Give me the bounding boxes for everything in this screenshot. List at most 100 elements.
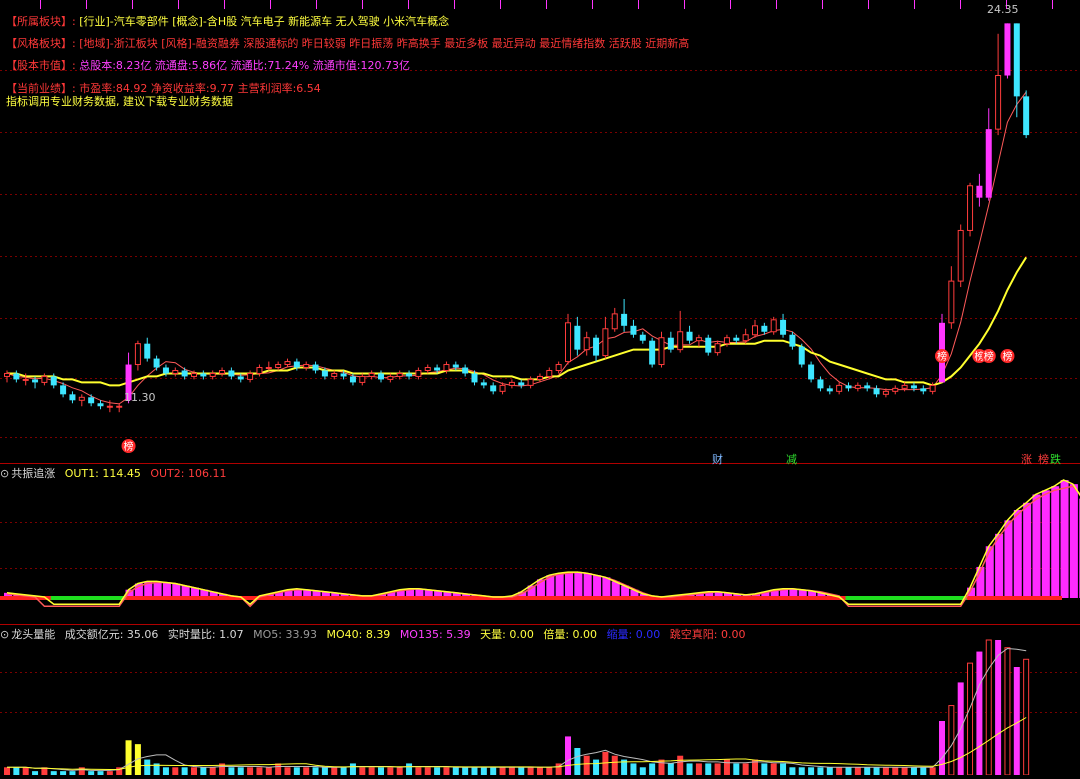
volume-bar [312,767,319,775]
candle-body [228,370,235,377]
volume-bar [639,767,646,775]
candle-body [424,367,431,371]
ma5-line [6,91,1027,405]
volume-bar [976,651,983,775]
candle-body [209,372,216,377]
candle-body [630,325,637,335]
out1-bar [593,575,602,598]
event-bang-marker[interactable]: 榜 [1038,451,1049,467]
volume-bar [359,767,366,775]
candle-body [340,373,347,377]
volume-bar [658,759,665,775]
volume-bar [929,767,936,775]
volume-bar [1013,667,1020,775]
volume-bar [882,767,889,775]
volume-bar [574,748,581,775]
candle-body [69,394,76,401]
candle-body [789,334,796,347]
candle-body [1004,23,1011,76]
candle-body [144,343,151,359]
candle-body [508,381,515,386]
candle-body [714,343,721,354]
candle-body [602,328,609,357]
candle-body [219,369,226,374]
candle-body [583,337,590,351]
candle-body [995,75,1002,130]
volume-bar [228,767,235,775]
candle-body [172,369,179,374]
candle-body [976,185,983,198]
volume-bar [686,763,693,775]
candle-body [106,405,113,408]
candle-body [574,325,581,350]
out1-bar [1060,480,1069,598]
candle-body [854,384,861,389]
volume-bar [162,767,169,775]
candle-body [957,229,964,282]
volume-bar [13,767,20,775]
volume-bar [854,767,861,775]
volume-bar [452,767,459,775]
indicator2-name[interactable]: 龙头量能 [11,628,55,641]
info-capital-key: 【股本市值】: [6,59,76,72]
volume-bar [443,767,450,775]
indicator2-tianliang: 天量: 0.00 [480,628,534,641]
volume-bar [256,767,263,775]
candle-body [396,372,403,377]
chart-stage[interactable]: 榜榜榜榜榜 [0,0,1080,776]
candle-body [265,367,272,370]
candle-body [32,379,39,383]
volume-bar [303,767,310,775]
candle-body [13,373,20,380]
event-jian-marker[interactable]: 减 [786,451,797,467]
event-die-marker[interactable]: 跌 [1050,451,1061,467]
candle-body [321,370,328,377]
candle-body [555,364,562,371]
volume-bar [349,763,356,775]
candle-body [471,373,478,383]
event-zhang-marker[interactable]: 涨 [1021,451,1032,467]
volume-bar [415,767,422,775]
out1-bar [995,533,1004,598]
event-cai-marker[interactable]: 财 [712,451,723,467]
out1-bar [172,583,181,598]
price-high-label: 24.35 [987,3,1019,16]
candle-body [752,325,758,336]
candle-body [237,376,244,380]
volume-bar [125,740,132,775]
candle-body [368,372,375,377]
candle-body [1013,23,1020,97]
volume-bar [817,767,824,775]
price-low-label: 11.30 [124,391,156,404]
candle-body [985,129,992,198]
candle-body [97,403,104,407]
volume-bar [948,705,955,776]
candle-body [387,375,394,380]
collapse-icon[interactable]: ⊙ [0,467,9,480]
volume-bar [60,771,67,775]
volume-bar [798,767,805,775]
volume-bar [892,767,899,775]
volume-bar [331,767,338,775]
volume-bar [396,767,403,775]
volume-bar [705,763,712,775]
volume-bar [200,767,207,775]
candle-body [686,331,693,341]
out1-bar [985,546,994,598]
candle-body [649,340,656,365]
collapse-icon[interactable]: ⊙ [0,628,9,641]
out1-bar [162,582,171,598]
stock-chart-svg: 榜榜榜榜榜 [0,0,1080,776]
candle-body [162,367,169,374]
volume-bar [97,771,104,775]
candle-body [78,396,85,401]
candle-body [191,372,197,377]
candle-body [41,375,48,383]
volume-bar [106,771,113,775]
candle-body [415,369,422,377]
indicator1-name[interactable]: 共振追涨 [11,467,55,480]
out1-bar [1013,510,1022,598]
volume-bar [284,767,291,775]
candle-body [443,364,450,371]
volume-bar [368,767,375,775]
